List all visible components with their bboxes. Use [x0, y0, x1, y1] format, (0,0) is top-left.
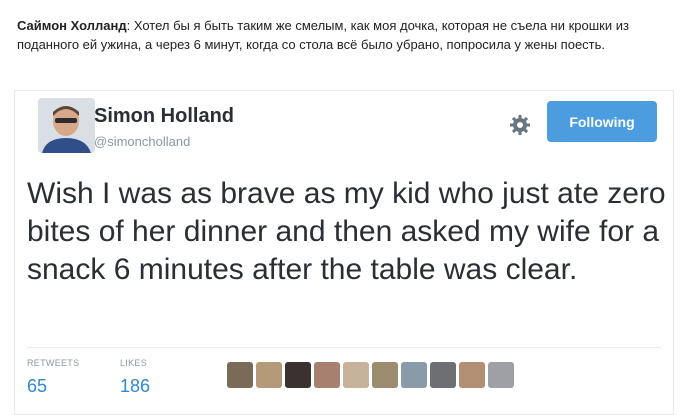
tweet-divider [27, 347, 661, 348]
retweets-label: RETWEETS [27, 358, 80, 368]
tweet-author-handle[interactable]: @simoncholland [94, 134, 190, 149]
likes-label: LIKES [120, 358, 148, 368]
likes-count: 186 [120, 376, 151, 396]
post-author: Саймон Холланд [17, 18, 127, 33]
liker-avatars [227, 362, 514, 388]
liker-avatar[interactable] [285, 362, 311, 388]
retweets-count: 65 [27, 376, 48, 396]
liker-avatar[interactable] [256, 362, 282, 388]
liker-avatar[interactable] [430, 362, 456, 388]
liker-avatar[interactable] [459, 362, 485, 388]
liker-avatar[interactable] [314, 362, 340, 388]
post-author-separator: : [126, 18, 134, 33]
retweets-stat[interactable]: RETWEETS 65 [27, 358, 79, 397]
embedded-tweet: Simon Holland @simoncholland Following W… [14, 90, 674, 415]
likes-stat[interactable]: LIKES 186 [120, 358, 150, 397]
liker-avatar[interactable] [488, 362, 514, 388]
liker-avatar[interactable] [372, 362, 398, 388]
post-caption: Саймон Холланд: Хотел бы я быть таким же… [17, 16, 689, 54]
liker-avatar[interactable] [343, 362, 369, 388]
liker-avatar[interactable] [227, 362, 253, 388]
tweet-text: Wish I was as brave as my kid who just a… [27, 177, 666, 286]
avatar-image [38, 98, 95, 153]
gear-icon[interactable] [508, 113, 532, 137]
liker-avatar[interactable] [401, 362, 427, 388]
tweet-author-name[interactable]: Simon Holland [94, 105, 234, 128]
avatar[interactable] [38, 98, 95, 153]
following-button[interactable]: Following [547, 101, 657, 142]
